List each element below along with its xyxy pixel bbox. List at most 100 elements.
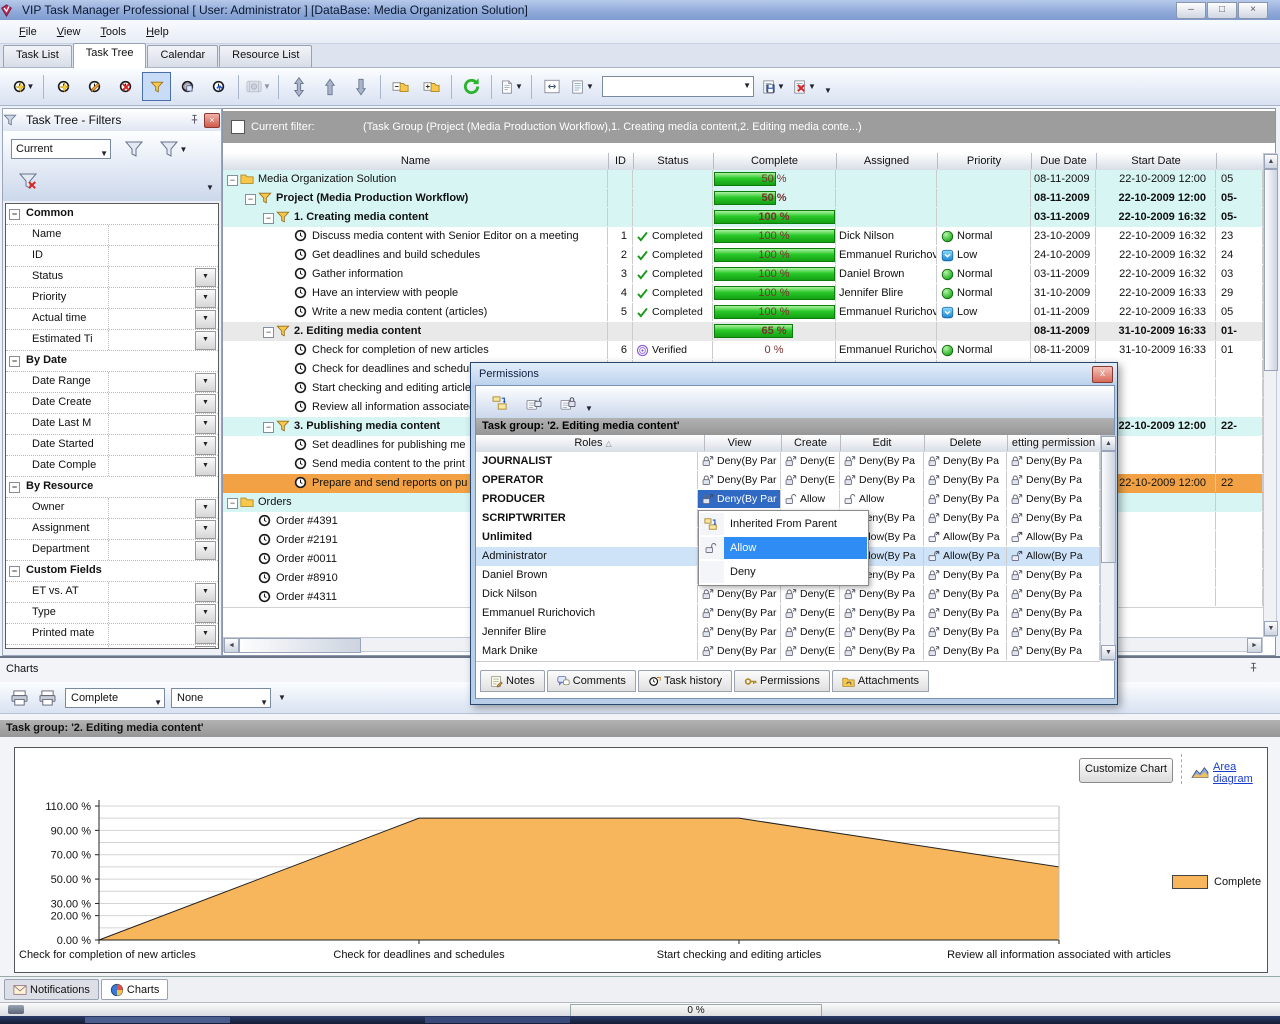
new-subtask-button[interactable] (49, 72, 78, 101)
inherit-permissions-button[interactable] (485, 388, 514, 417)
perm-value[interactable]: Deny(By Pa (924, 452, 1007, 470)
perm-value[interactable]: Deny(By Pa (840, 452, 924, 470)
column-header-start-date[interactable]: Start Date (1096, 153, 1217, 169)
chevron-down-icon[interactable]: ▼ (195, 373, 216, 392)
allow-permission-button[interactable] (519, 388, 548, 417)
perm-column-roles[interactable]: Roles △ (476, 435, 705, 451)
table-row[interactable]: Get deadlines and build schedules2Comple… (223, 246, 1263, 266)
chevron-down-icon[interactable]: ▼ (195, 268, 216, 287)
toolbar-overflow-icon[interactable]: ▼ (824, 86, 832, 95)
toolbar-overflow-icon[interactable]: ▼ (206, 183, 214, 192)
dialog-tab-notes[interactable]: Notes (480, 670, 545, 692)
chart-group-select[interactable]: None ▼ (171, 688, 271, 708)
perm-row[interactable]: Mark DnikeDeny(By ParDeny(EDeny(By PaDen… (476, 642, 1100, 662)
customize-chart-button[interactable]: Customize Chart (1079, 758, 1173, 783)
close-icon[interactable]: x (1092, 366, 1113, 383)
bottom-tab-charts[interactable]: Charts (101, 979, 168, 1000)
chevron-down-icon[interactable]: ▼ (195, 604, 216, 623)
perm-value[interactable]: Deny(By Par (698, 642, 781, 660)
minimize-button[interactable]: – (1176, 2, 1206, 19)
edit-task-button[interactable] (80, 72, 109, 101)
perm-value[interactable]: Deny(By Pa (924, 566, 1007, 584)
media-columns-button[interactable]: ▼ (244, 72, 273, 101)
toolbar-overflow-icon[interactable]: ▼ (278, 693, 286, 702)
permissions-dialog-titlebar[interactable]: Permissions (471, 363, 1117, 385)
column-header-complete[interactable]: Complete (713, 153, 837, 169)
chevron-down-icon[interactable]: ▼ (195, 457, 216, 476)
perm-value[interactable]: Deny(By Pa (840, 585, 924, 603)
duplicate-task-button[interactable] (173, 72, 202, 101)
area-diagram-link[interactable]: Area diagram (1191, 761, 1267, 785)
tab-task-list[interactable]: Task List (3, 45, 72, 67)
filter-tasks-button[interactable] (142, 72, 171, 101)
tab-resource-list[interactable]: Resource List (219, 45, 312, 67)
perm-row[interactable]: Emmanuel RurichovichDeny(By ParDeny(EDen… (476, 604, 1100, 624)
perm-value[interactable]: Deny(By Par (698, 490, 781, 508)
filter-group-by-resource[interactable]: −By Resource (6, 477, 218, 498)
table-header[interactable]: NameIDStatusCompleteAssignedPriorityDue … (223, 153, 1263, 171)
perm-value[interactable]: Deny(By Pa (1007, 585, 1100, 603)
perm-value[interactable]: Deny(E (781, 642, 840, 660)
table-row[interactable]: −Project (Media Production Workflow)50 %… (223, 189, 1263, 209)
perm-row[interactable]: Dick NilsonDeny(By ParDeny(EDeny(By PaDe… (476, 585, 1100, 605)
expand-all-button[interactable] (417, 72, 446, 101)
close-icon[interactable]: × (204, 113, 220, 128)
perm-row[interactable]: OPERATORDeny(By ParDeny(EDeny(By PaDeny(… (476, 471, 1100, 491)
bottom-tab-notifications[interactable]: Notifications (4, 979, 99, 1000)
refresh-button[interactable] (457, 72, 486, 101)
chevron-down-icon[interactable]: ▼ (195, 541, 216, 560)
save-view-button[interactable]: ▼ (759, 72, 788, 101)
perm-value[interactable]: Deny(E (781, 585, 840, 603)
perm-value[interactable]: Deny(By Pa (924, 471, 1007, 489)
pin-icon[interactable] (189, 114, 200, 125)
chart-series-select[interactable]: Complete ▼ (65, 688, 165, 708)
column-header-name[interactable]: Name (223, 153, 609, 169)
chevron-down-icon[interactable]: ▼ (195, 583, 216, 602)
menu-item-deny[interactable]: Deny (700, 560, 867, 584)
perm-value[interactable]: Deny(By Pa (1007, 490, 1100, 508)
expand-toggle[interactable]: − (227, 498, 238, 509)
close-button[interactable]: × (1238, 2, 1268, 19)
column-header-id[interactable]: ID (608, 153, 634, 169)
new-task-button[interactable]: ▼ (9, 72, 38, 101)
chevron-down-icon[interactable]: ▼ (195, 646, 216, 649)
table-row[interactable]: Gather information3Completed100 %Daniel … (223, 265, 1263, 285)
dialog-tab-comments[interactable]: Comments (547, 670, 636, 692)
perm-value[interactable]: Deny(By Pa (840, 604, 924, 622)
table-row[interactable]: −1. Creating media content100 %03-11-200… (223, 208, 1263, 228)
filter-group-common[interactable]: −Common (6, 204, 218, 225)
menu-view[interactable]: View (48, 23, 90, 41)
chevron-down-icon[interactable]: ▼ (195, 289, 216, 308)
dialog-tab-permissions[interactable]: Permissions (734, 670, 830, 692)
perm-value[interactable]: Deny(By Par (698, 585, 781, 603)
menu-file[interactable]: File (10, 23, 46, 41)
update-task-button[interactable] (204, 72, 233, 101)
perm-value[interactable]: Deny(By Pa (1007, 566, 1100, 584)
perm-value[interactable]: Deny(By Par (698, 452, 781, 470)
perm-value[interactable]: Deny(By Pa (1007, 604, 1100, 622)
perm-value[interactable]: Deny(By Par (698, 623, 781, 641)
perm-value[interactable]: Deny(By Pa (924, 623, 1007, 641)
fit-columns-button[interactable] (537, 72, 566, 101)
perm-value[interactable]: Allow(By Pa (1007, 528, 1100, 546)
perm-column-edit[interactable]: Edit (840, 435, 925, 451)
column-header-priority[interactable]: Priority (937, 153, 1032, 169)
expand-toggle[interactable]: − (263, 422, 274, 433)
perm-value[interactable]: Deny(E (781, 452, 840, 470)
perm-value[interactable]: Deny(By Pa (840, 642, 924, 660)
vertical-scrollbar[interactable]: ▲ ▼ (1263, 153, 1277, 637)
deny-permission-button[interactable] (553, 388, 582, 417)
clear-filter-button[interactable] (11, 167, 45, 195)
delete-task-button[interactable] (111, 72, 140, 101)
permissions-table-header[interactable]: Roles △ViewCreateEditDeleteetting permis… (476, 435, 1100, 453)
perm-row[interactable]: JOURNALISTDeny(By ParDeny(EDeny(By PaDen… (476, 452, 1100, 472)
move-up-button[interactable] (315, 72, 344, 101)
dialog-tab-attachments[interactable]: Attachments (832, 670, 929, 692)
chevron-down-icon[interactable]: ▼ (195, 415, 216, 434)
perm-value[interactable]: Deny(By Pa (924, 604, 1007, 622)
apply-filter-button[interactable] (119, 135, 149, 163)
chevron-down-icon[interactable]: ▼ (195, 625, 216, 644)
delete-view-button[interactable]: ▼ (790, 72, 819, 101)
table-row[interactable]: Discuss media content with Senior Editor… (223, 227, 1263, 247)
perm-value[interactable]: Deny(By Pa (1007, 509, 1100, 527)
